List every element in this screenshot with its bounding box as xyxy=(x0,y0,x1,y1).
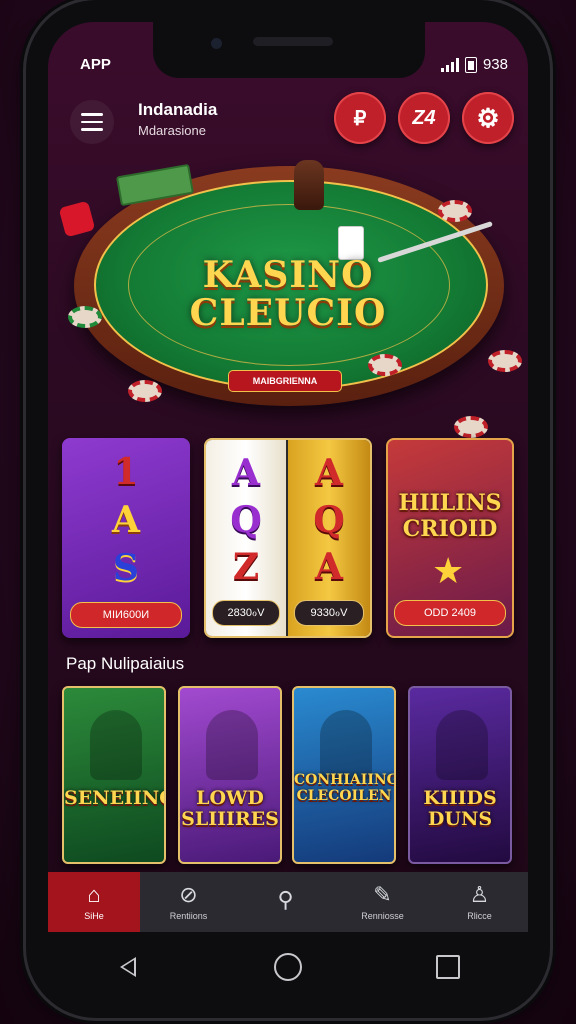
casino-chip xyxy=(438,200,472,222)
tile-title: SENEIING xyxy=(64,787,166,809)
bet-button[interactable]: 2830ℴV xyxy=(212,600,280,626)
search-icon: ⚲ xyxy=(277,887,294,912)
slot-symbol: A xyxy=(112,499,140,541)
home-icon: ⌂ xyxy=(87,882,101,907)
game-card[interactable]: A Q Z A Q A 2830ℴV 9330ℴV xyxy=(204,438,372,638)
bottom-tab-bar: ⌂ SiHe ⊘ Rentiions ⚲ ✎ Renniosse ♙ Rlicc… xyxy=(48,872,528,932)
slot-symbol: Q xyxy=(230,498,262,541)
phone-frame: APP 938 Indanadia Mdarasione ₽ Z4 ⚙ KASI… xyxy=(26,0,550,1018)
game-tile[interactable]: KIIIDS DUNS xyxy=(408,686,512,864)
notifications-label: Z4 xyxy=(412,106,436,129)
app-header: Indanadia Mdarasione ₽ Z4 ⚙ xyxy=(48,92,528,152)
square-recents-icon xyxy=(436,955,460,979)
tile-title: KIIIDS DUNS xyxy=(423,787,497,830)
slot-symbol: A xyxy=(315,545,343,588)
tab-search[interactable]: ⚲ xyxy=(237,872,334,932)
tab-profile[interactable]: ♙ Rlicce xyxy=(431,872,528,932)
tile-title: CONHIAIING CLECOILEN xyxy=(294,772,396,804)
bonus-button[interactable]: ₽ xyxy=(334,92,386,144)
play-button[interactable]: ODD 2409 xyxy=(394,600,506,626)
character-art xyxy=(436,710,488,780)
signal-icon xyxy=(440,57,459,72)
hero-title: KASINO CLEUCIO xyxy=(189,254,387,334)
nav-back-button[interactable] xyxy=(113,952,143,982)
slot-symbol: A xyxy=(232,452,260,495)
tab-label: SiHe xyxy=(84,911,104,921)
tab-label: Rlicce xyxy=(467,911,492,921)
casino-chip xyxy=(454,416,488,438)
casino-chip xyxy=(488,350,522,372)
roulette-knob xyxy=(294,160,324,210)
hero-banner[interactable]: KASINO CLEUCIO MAIBGRIENNA xyxy=(48,160,528,438)
bonus-icon: ₽ xyxy=(353,107,367,130)
game-tile[interactable]: LOWD SLIIIRES xyxy=(178,686,282,864)
brand: Indanadia Mdarasione xyxy=(138,100,217,138)
app-screen: APP 938 Indanadia Mdarasione ₽ Z4 ⚙ KASI… xyxy=(48,22,528,932)
character-art xyxy=(320,710,372,780)
nav-recents-button[interactable] xyxy=(433,952,463,982)
brand-title: Indanadia xyxy=(138,100,218,119)
tab-promotions[interactable]: ⊘ Rentiions xyxy=(140,872,237,932)
battery-icon xyxy=(464,56,477,73)
section-title: Pap Nulipaiaius xyxy=(66,654,185,673)
game-card[interactable]: HIILINS CRIOID ★ ODD 2409 xyxy=(386,438,514,638)
camera-notch xyxy=(153,22,425,78)
status-bar-right: 938 xyxy=(440,56,508,73)
casino-chip xyxy=(128,380,162,402)
tab-home[interactable]: ⌂ SiHe xyxy=(48,872,140,932)
game-tile[interactable]: SENEIING xyxy=(62,686,166,864)
back-icon xyxy=(120,957,136,977)
popular-games-row: SENEIING LOWD SLIIIRES CONHIAIING CLECOILE… xyxy=(62,686,522,866)
slot-symbol: S xyxy=(113,547,139,589)
slot-symbol: A xyxy=(315,452,343,495)
hero-badge[interactable]: MAIBGRIENNA xyxy=(228,370,342,392)
dice-icon xyxy=(58,200,96,238)
tab-label: Renniosse xyxy=(361,911,404,921)
slot-symbol: Q xyxy=(313,498,345,541)
edit-icon: ✎ xyxy=(373,882,392,907)
status-time: 938 xyxy=(482,56,508,73)
notifications-button[interactable]: Z4 xyxy=(398,92,450,144)
tab-label: Rentiions xyxy=(169,911,208,921)
slot-symbol: 1 xyxy=(113,451,139,493)
promo-icon: ⊘ xyxy=(179,882,198,907)
nav-home-button[interactable] xyxy=(273,952,303,982)
profile-icon: ♙ xyxy=(469,882,490,907)
game-tile[interactable]: CONHIAIING CLECOILEN xyxy=(292,686,396,864)
play-button[interactable]: MIИ600И xyxy=(70,602,182,628)
character-art xyxy=(206,710,258,780)
featured-games: 1 A S MIИ600И A Q Z A Q A 2830ℴV 9330ℴV … xyxy=(62,438,522,638)
system-nav-bar xyxy=(48,932,528,1002)
circle-home-icon xyxy=(274,953,302,981)
character-art xyxy=(90,710,142,780)
star-icon: ★ xyxy=(432,550,465,591)
tab-edit[interactable]: ✎ Renniosse xyxy=(334,872,431,932)
settings-button[interactable]: ⚙ xyxy=(462,92,514,144)
bet-button[interactable]: 9330ℴV xyxy=(294,600,364,626)
brand-subtitle: Mdarasione xyxy=(138,123,206,138)
slot-symbol: Z xyxy=(232,545,260,588)
status-app-label: APP xyxy=(80,56,111,73)
game-title: HIILINS CRIOID xyxy=(398,490,502,542)
game-card[interactable]: 1 A S MIИ600И xyxy=(62,438,190,638)
tile-title: LOWD SLIIIRES xyxy=(181,787,279,830)
casino-chip xyxy=(368,354,402,376)
gear-icon: ⚙ xyxy=(476,102,500,133)
menu-button[interactable] xyxy=(70,100,114,144)
